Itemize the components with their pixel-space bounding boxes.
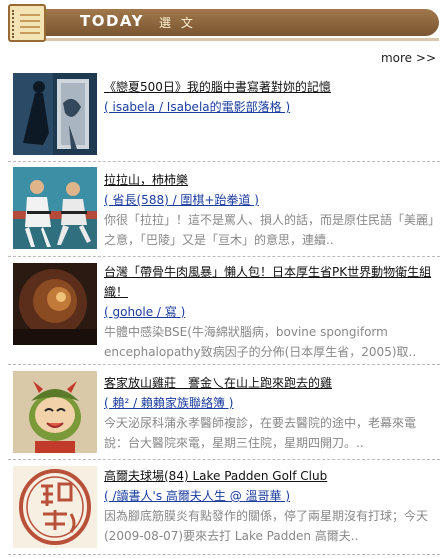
item-author-link[interactable]: ( isabela / Isabela的電影部落格 ) [104, 97, 436, 117]
item-title-link[interactable]: 客家放山雞莊 謇金乀在山上跑來跑去的雞 [104, 373, 436, 393]
item-thumbnail[interactable] [13, 73, 97, 155]
list-item: 客家放山雞莊 謇金乀在山上跑來跑去的雞 ( 賴² / 賴賴家族聯絡簿 ) 今天泌… [8, 365, 440, 460]
today-header: TODAY 選 文 [0, 0, 448, 48]
item-title-link[interactable]: 《戀夏500日》我的腦中書寫著對妳的記憶 [104, 77, 436, 97]
notebook-icon [8, 4, 46, 42]
item-excerpt: 你很「拉拉」！這不是罵人、損人的話，而是原住民語「美麗」之意，「巴陵」又是「亘木… [104, 213, 435, 247]
item-title-link[interactable]: 台灣「帶骨牛肉風暴」懶人包！日本厚生省PK世界動物衛生組織！ [104, 262, 436, 302]
list-item: 高爾夫球場(84) Lake Padden Golf Club ( /讀書人's… [8, 460, 440, 555]
item-thumbnail[interactable] [13, 167, 97, 249]
item-thumbnail[interactable] [13, 466, 97, 548]
item-thumbnail[interactable] [13, 371, 97, 453]
item-author-link[interactable]: ( 賴² / 賴賴家族聯絡簿 ) [104, 393, 436, 413]
item-title-link[interactable]: 高爾夫球場(84) Lake Padden Golf Club [104, 466, 436, 486]
item-author-link[interactable]: ( 省長(588) / 圍棋+跆拳道 ) [104, 190, 436, 210]
header-subtitle: 選 文 [159, 16, 196, 30]
item-thumbnail[interactable] [13, 263, 97, 345]
more-link[interactable]: more >> [381, 51, 436, 65]
list-item: 《戀夏500日》我的腦中書寫著對妳的記憶 ( isabela / Isabela… [8, 69, 440, 162]
item-title-link[interactable]: 拉拉山，柿柿樂 [104, 170, 436, 190]
list-item: 拉拉山，柿柿樂 ( 省長(588) / 圍棋+跆拳道 ) 你很「拉拉」！這不是罵… [8, 162, 440, 257]
item-author-link[interactable]: ( /讀書人's 高爾夫人生 @ 溫哥華 ) [104, 486, 436, 506]
header-title: TODAY [80, 12, 144, 30]
list-item: 台灣「帶骨牛肉風暴」懶人包！日本厚生省PK世界動物衛生組織！ ( gohole … [8, 257, 440, 365]
item-author-link[interactable]: ( gohole / 寫 ) [104, 302, 436, 322]
header-underline [44, 38, 439, 41]
item-excerpt: 牛體中感染BSE(牛海綿狀腦病，bovine spongiform enceph… [104, 325, 417, 359]
item-excerpt: 因為腳底筋膜炎有點發作的關係，停了兩星期沒有打球；今天(2009-08-07)要… [104, 509, 429, 543]
item-excerpt: 今天泌尿科蒲永孝醫師複診，在要去醫院的途中，老幕來電說：台大醫院來電，星期三住院… [104, 416, 417, 450]
